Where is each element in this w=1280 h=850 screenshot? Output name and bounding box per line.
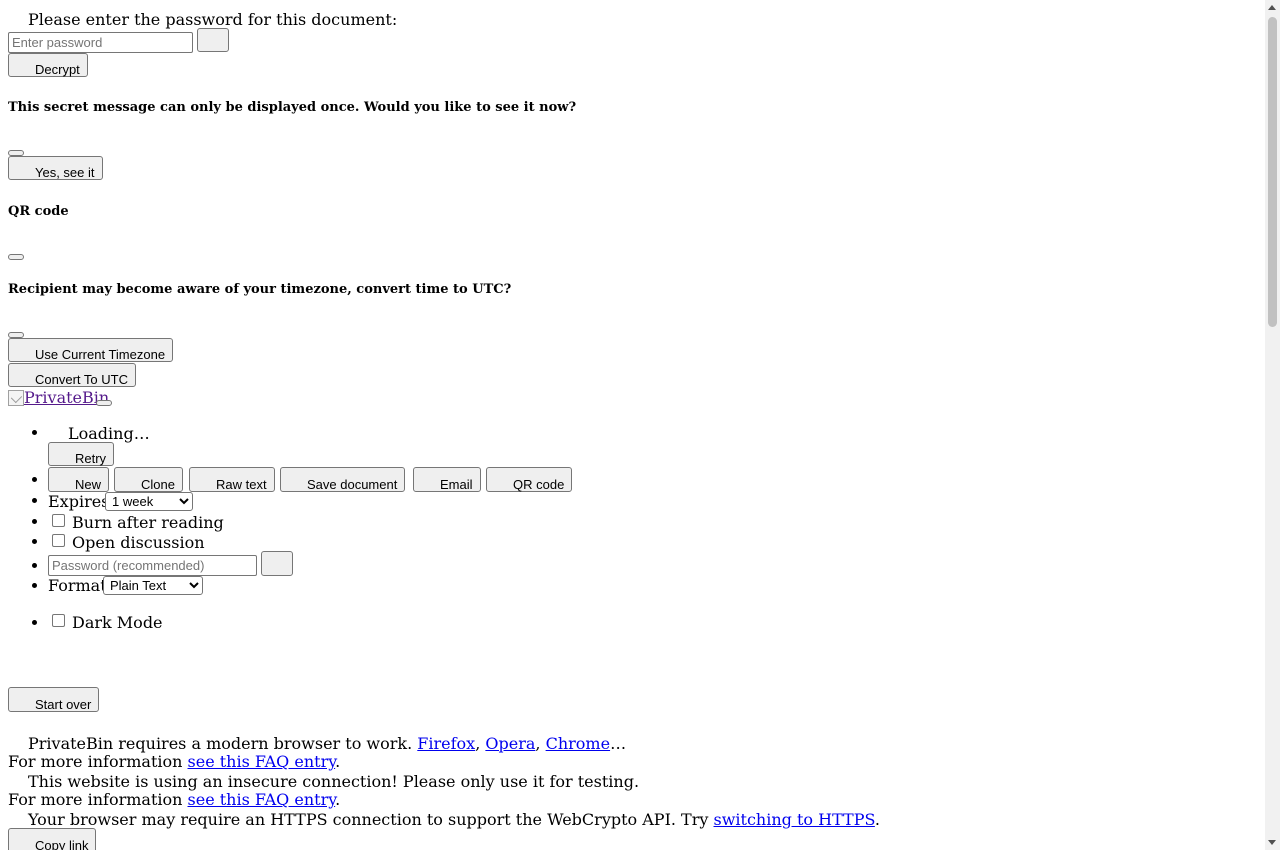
chrome-link[interactable]: Chrome xyxy=(546,734,610,753)
timezone-modal-heading: Recipient may become aware of your timez… xyxy=(8,282,512,297)
broken-image-icon xyxy=(8,390,24,406)
brand-link[interactable]: PrivateBin xyxy=(8,388,109,407)
document-password-input[interactable] xyxy=(48,555,257,576)
clone-button[interactable]: Clone xyxy=(114,467,183,492)
loading-status: Loading… xyxy=(68,424,150,443)
scroll-up-arrow-icon[interactable] xyxy=(1268,5,1276,10)
scroll-down-arrow-icon[interactable] xyxy=(1268,840,1276,845)
https-notice-text: Your browser may require an HTTPS connec… xyxy=(28,810,709,829)
list-bullet xyxy=(32,519,37,524)
old-browser-text: PrivateBin requires a modern browser to … xyxy=(28,734,413,753)
confirm-view-button[interactable]: Yes, see it xyxy=(8,156,103,180)
email-button[interactable]: Email xyxy=(413,467,481,492)
start-over-button[interactable]: Start over xyxy=(8,687,100,712)
open-discussion-label: Open discussion xyxy=(72,533,205,552)
expires-select[interactable]: 1 week xyxy=(105,492,193,511)
open-discussion-checkbox[interactable] xyxy=(52,534,65,547)
insecure-connection-text: This website is using an insecure connec… xyxy=(28,772,640,791)
period: . xyxy=(335,790,341,809)
faq-link[interactable]: see this FAQ entry xyxy=(188,752,336,771)
scrollbar-thumb[interactable] xyxy=(1268,17,1277,327)
save-document-button[interactable]: Save document xyxy=(280,467,406,492)
qr-modal-heading: QR code xyxy=(8,204,69,219)
page: Please enter the password for this docum… xyxy=(0,0,1265,850)
ellipsis: … xyxy=(610,734,627,753)
close-icon[interactable] xyxy=(8,254,24,260)
qr-code-button[interactable]: QR code xyxy=(486,467,573,492)
decrypt-button[interactable]: Decrypt xyxy=(8,53,88,77)
password-input[interactable] xyxy=(8,32,193,53)
period: . xyxy=(335,752,341,771)
brand: PrivateBin xyxy=(8,388,109,407)
more-info-text: For more information xyxy=(8,790,183,809)
dark-mode-label: Dark Mode xyxy=(72,613,163,632)
list-bullet xyxy=(32,563,37,568)
list-bullet xyxy=(32,583,37,588)
burn-after-reading-checkbox[interactable] xyxy=(52,514,65,527)
navbar-toggle-button[interactable] xyxy=(96,400,112,406)
list-bullet xyxy=(32,620,37,625)
retry-button[interactable]: Retry xyxy=(48,442,115,466)
dark-mode-checkbox[interactable] xyxy=(52,614,65,627)
format-select[interactable]: Plain Text xyxy=(103,576,203,595)
list-bullet xyxy=(32,430,37,435)
password-prompt-label: Please enter the password for this docum… xyxy=(28,10,398,29)
list-bullet xyxy=(32,477,37,482)
insecure-more-info: For more information see this FAQ entry. xyxy=(8,790,340,809)
more-info-text: For more information xyxy=(8,752,183,771)
convert-to-utc-button[interactable]: Convert To UTC xyxy=(8,363,136,387)
burn-after-reading-label: Burn after reading xyxy=(72,513,224,532)
switch-to-https-link[interactable]: switching to HTTPS xyxy=(714,810,875,829)
faq-link[interactable]: see this FAQ entry xyxy=(188,790,336,809)
https-notice: Your browser may require an HTTPS connec… xyxy=(28,810,880,829)
copy-link-button[interactable]: Copy link xyxy=(8,828,97,850)
use-current-timezone-button[interactable]: Use Current Timezone xyxy=(8,338,174,362)
new-button[interactable]: New xyxy=(48,467,110,492)
list-bullet xyxy=(32,539,37,544)
separator: , xyxy=(535,734,541,753)
firefox-link[interactable]: Firefox xyxy=(417,734,475,753)
opera-link[interactable]: Opera xyxy=(485,734,535,753)
show-password-button[interactable] xyxy=(197,28,229,52)
period: . xyxy=(874,810,880,829)
old-browser-notice: PrivateBin requires a modern browser to … xyxy=(28,734,626,753)
list-bullet xyxy=(32,498,37,503)
burn-notice-heading: This secret message can only be displaye… xyxy=(8,100,577,115)
separator: , xyxy=(475,734,481,753)
old-browser-more-info: For more information see this FAQ entry. xyxy=(8,752,340,771)
show-password-button[interactable] xyxy=(261,551,293,576)
vertical-scrollbar[interactable] xyxy=(1265,0,1280,850)
raw-text-button[interactable]: Raw text xyxy=(189,467,275,492)
